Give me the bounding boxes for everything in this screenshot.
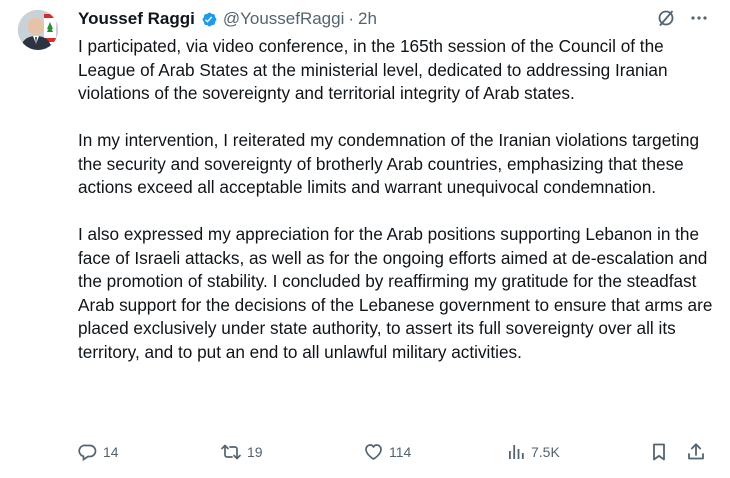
- tweet-paragraph: I also expressed my appreciation for the…: [78, 224, 713, 362]
- tweet-time[interactable]: 2h: [358, 9, 377, 29]
- repost-icon: [220, 442, 242, 462]
- more-icon[interactable]: [690, 9, 708, 32]
- separator-dot: ·: [348, 9, 355, 28]
- verified-badge-icon[interactable]: [200, 10, 219, 29]
- views-button[interactable]: 7.5K: [506, 440, 560, 464]
- tweet-paragraph: I participated, via video conference, in…: [78, 36, 668, 103]
- tweet-paragraph: In my intervention, I reiterated my cond…: [78, 130, 699, 197]
- avatar[interactable]: [18, 10, 58, 50]
- profile-photo: [18, 10, 58, 50]
- share-icon: [686, 442, 706, 462]
- like-count: 114: [389, 444, 412, 460]
- bookmark-button[interactable]: [649, 440, 669, 464]
- repost-count: 19: [247, 444, 263, 460]
- reply-button[interactable]: 14: [78, 440, 119, 464]
- views-icon: [506, 442, 526, 462]
- tweet-text: I participated, via video conference, in…: [78, 35, 718, 388]
- like-button[interactable]: 114: [363, 440, 411, 464]
- tweet[interactable]: Youssef Raggi @YoussefRaggi · 2h I parti…: [0, 0, 730, 478]
- heart-icon: [363, 442, 384, 462]
- header-actions: [656, 8, 708, 33]
- reply-count: 14: [103, 444, 119, 460]
- repost-button[interactable]: 19: [220, 440, 263, 464]
- grok-icon[interactable]: [656, 8, 676, 33]
- author-name[interactable]: Youssef Raggi: [78, 9, 195, 29]
- views-count: 7.5K: [531, 444, 560, 460]
- author-handle[interactable]: @YoussefRaggi: [223, 9, 345, 29]
- share-button[interactable]: [686, 440, 706, 464]
- tweet-header: Youssef Raggi @YoussefRaggi · 2h: [78, 8, 718, 30]
- reply-icon: [78, 442, 98, 462]
- action-bar: 14 19 114 7.5K: [78, 440, 710, 464]
- bookmark-icon: [649, 442, 669, 462]
